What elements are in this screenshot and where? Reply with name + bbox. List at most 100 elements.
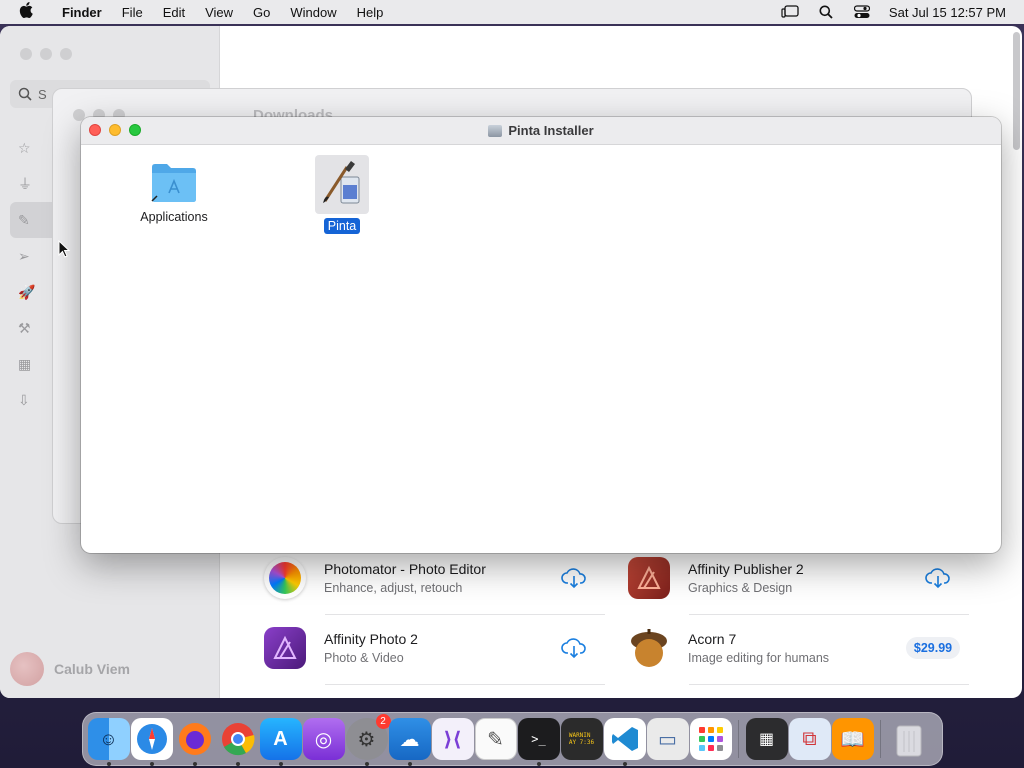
- cloud-download-icon: [925, 568, 950, 589]
- dock-chrome[interactable]: [217, 718, 259, 766]
- dock-trash[interactable]: [888, 718, 930, 760]
- dock-remote-desktop[interactable]: ⧉: [788, 718, 831, 760]
- podcasts-icon: ◎: [314, 728, 333, 751]
- list-item-acorn[interactable]: Acorn 7 Image editing for humans $29.99: [628, 616, 968, 680]
- cloud-download-icon: [561, 568, 586, 589]
- dock-calculator[interactable]: ▦: [745, 718, 788, 760]
- app-store-icon: A: [273, 727, 288, 750]
- firefox-icon: [178, 723, 211, 755]
- apple-menu-icon[interactable]: [0, 2, 52, 22]
- dock-launchpad[interactable]: [689, 718, 732, 760]
- preview-icon: ▭: [658, 728, 677, 751]
- menu-go[interactable]: Go: [243, 5, 280, 20]
- finder-sidebar: [53, 141, 83, 523]
- app-name: Affinity Publisher 2: [688, 561, 804, 577]
- divider: [689, 614, 969, 615]
- cloud-icon: ☁: [399, 728, 420, 751]
- list-item-photomator[interactable]: Photomator - Photo Editor Enhance, adjus…: [264, 546, 604, 610]
- dock: ☺ A ◎ ⚙ 2 ☁ ⟩⟨ ✎ >_ WARNIN AY 7:36 ▭ ▦ ⧉…: [82, 712, 943, 766]
- user-name: Calub Viem: [54, 661, 130, 677]
- item-label: Pinta: [323, 218, 361, 234]
- control-center-icon[interactable]: [853, 5, 871, 19]
- star-icon: ☆: [18, 139, 31, 156]
- list-item-affinity-photo[interactable]: Affinity Photo 2 Photo & Video: [264, 616, 604, 680]
- avatar: [10, 652, 44, 686]
- launchpad-icon: [698, 727, 723, 751]
- menubar-clock[interactable]: Sat Jul 15 12:57 PM: [889, 5, 1006, 20]
- price-button[interactable]: $29.99: [898, 637, 968, 659]
- paper-plane-icon: ➢: [18, 247, 30, 264]
- menu-window[interactable]: Window: [280, 5, 346, 20]
- pinta-installer-window: Pinta Installer Applications Pinta: [81, 117, 1001, 553]
- acorn-icon: [628, 627, 670, 669]
- dock-weather[interactable]: ☁: [388, 718, 431, 766]
- dock-system-settings[interactable]: ⚙ 2: [345, 714, 391, 766]
- finder-icon: ☺: [99, 728, 118, 749]
- joystick-icon: ⏚: [18, 176, 32, 192]
- applications-folder-icon: [151, 164, 196, 202]
- divider: [325, 684, 605, 685]
- disk-image-icon: [488, 124, 503, 137]
- dock-app-store[interactable]: A: [259, 718, 302, 766]
- scrollbar[interactable]: [1013, 32, 1020, 150]
- grid-icon: ▦: [18, 355, 32, 372]
- dock-preview[interactable]: ▭: [646, 718, 689, 760]
- calculator-icon: ▦: [758, 731, 775, 748]
- console-icon: WARNIN AY 7:36: [568, 731, 595, 746]
- dock-visual-studio[interactable]: ⟩⟨: [431, 718, 474, 760]
- divider: [689, 684, 969, 685]
- minimize-button[interactable]: [109, 124, 121, 136]
- menu-help[interactable]: Help: [347, 5, 394, 20]
- dock-podcasts[interactable]: ◎: [302, 718, 345, 760]
- pinta-app[interactable]: Pinta: [282, 155, 402, 234]
- dock-safari[interactable]: [130, 718, 173, 766]
- icon-selection-highlight: [315, 155, 369, 214]
- textedit-icon: ✎: [487, 728, 504, 751]
- minimize-button[interactable]: [40, 48, 52, 60]
- item-label: Applications: [140, 210, 208, 224]
- download-button[interactable]: [908, 567, 968, 589]
- photomator-icon: [264, 557, 306, 599]
- dock-console[interactable]: WARNIN AY 7:36: [560, 718, 603, 760]
- spotlight-search-icon[interactable]: [817, 5, 835, 19]
- close-button[interactable]: [20, 48, 32, 60]
- safari-icon: [136, 724, 167, 754]
- dock-firefox[interactable]: [174, 718, 216, 766]
- dock-terminal[interactable]: >_: [517, 718, 560, 766]
- zoom-button[interactable]: [60, 48, 72, 60]
- brush-icon: ✎: [18, 211, 30, 228]
- download-icon: ⇩: [18, 391, 30, 408]
- hammer-icon: ⚒: [18, 319, 31, 336]
- search-text: S: [38, 86, 47, 102]
- terminal-icon: >_: [531, 732, 546, 746]
- menu-file[interactable]: File: [112, 5, 153, 20]
- pinta-app-icon: [323, 161, 360, 204]
- divider: [325, 614, 605, 615]
- menu-edit[interactable]: Edit: [153, 5, 195, 20]
- price-label: $29.99: [905, 637, 961, 659]
- menu-view[interactable]: View: [195, 5, 243, 20]
- dock-books[interactable]: 📖: [831, 718, 874, 760]
- applications-folder[interactable]: Applications: [114, 159, 234, 225]
- download-button[interactable]: [544, 637, 604, 659]
- app-subtitle: Image editing for humans: [688, 651, 830, 665]
- app-store-window-controls: [20, 48, 72, 60]
- remote-desktop-icon: ⧉: [802, 727, 817, 750]
- stage-manager-icon[interactable]: [781, 5, 799, 19]
- dock-finder[interactable]: ☺: [87, 718, 130, 766]
- close-button[interactable]: [89, 124, 101, 136]
- menu-finder[interactable]: Finder: [52, 5, 112, 20]
- window-titlebar[interactable]: Pinta Installer: [81, 117, 1001, 145]
- dock-vscode[interactable]: [603, 718, 646, 766]
- dock-textedit[interactable]: ✎: [474, 718, 517, 760]
- list-item-affinity-publisher[interactable]: Affinity Publisher 2 Graphics & Design: [628, 546, 968, 610]
- dock-separator: [738, 720, 739, 758]
- app-name: Acorn 7: [688, 631, 737, 647]
- rocket-icon: 🚀: [18, 283, 36, 300]
- gear-icon: ⚙: [357, 728, 376, 751]
- account-button[interactable]: Calub Viem: [10, 652, 130, 686]
- book-icon: 📖: [840, 728, 865, 751]
- app-name: Affinity Photo 2: [324, 631, 418, 647]
- zoom-button[interactable]: [129, 124, 141, 136]
- download-button[interactable]: [544, 567, 604, 589]
